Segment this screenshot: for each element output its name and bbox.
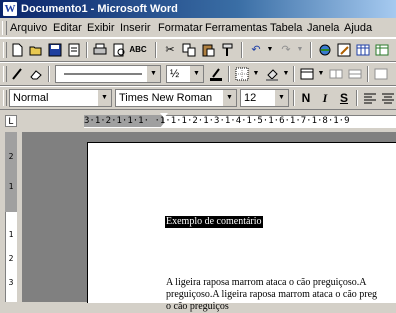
undo-dropdown-icon[interactable]: ▼ bbox=[262, 42, 278, 58]
new-document-icon[interactable] bbox=[9, 42, 25, 58]
line-style-combo[interactable]: ▼ bbox=[55, 65, 161, 83]
vertical-ruler[interactable]: 2 1 1 2 3 bbox=[0, 132, 22, 302]
print-preview-icon[interactable] bbox=[111, 42, 127, 58]
toolbar-separator bbox=[293, 66, 295, 82]
toolbar-separator bbox=[293, 90, 295, 106]
pen-icon[interactable] bbox=[9, 66, 25, 82]
ruler-number: 1 bbox=[8, 230, 14, 239]
tab-selector[interactable]: L bbox=[0, 110, 22, 132]
paste-icon[interactable] bbox=[200, 42, 216, 58]
ruler-number: 1 bbox=[8, 182, 14, 191]
menu-ferramentas[interactable]: Ferramentas bbox=[205, 21, 267, 35]
toolbar-separator bbox=[48, 66, 50, 82]
menu-tabela[interactable]: Tabela bbox=[270, 21, 302, 35]
toolbar-separator bbox=[86, 42, 88, 58]
chevron-down-icon[interactable]: ▼ bbox=[222, 90, 236, 106]
chevron-down-icon[interactable]: ▼ bbox=[313, 66, 329, 82]
standard-toolbar: ABC ✂ ↶ ▼ ↷ ▼ bbox=[0, 38, 396, 62]
chevron-down-icon[interactable]: ▼ bbox=[97, 90, 111, 106]
font-size-select[interactable]: 12 ▼ bbox=[240, 89, 289, 107]
toolbar-separator bbox=[155, 42, 157, 58]
toolbar-grip[interactable] bbox=[3, 90, 7, 106]
paragraph-line: preguiçoso.A ligeira raposa marrom ataca… bbox=[166, 289, 378, 300]
toolbar-separator bbox=[310, 42, 312, 58]
tables-borders-toolbar: ▼ ½ ▼ ▼ ▼ ▼ bbox=[0, 62, 396, 86]
align-center-icon[interactable] bbox=[380, 90, 396, 106]
underline-button[interactable]: S bbox=[336, 90, 352, 106]
line-color-icon[interactable] bbox=[208, 66, 224, 82]
format-painter-icon[interactable] bbox=[219, 42, 235, 58]
chevron-down-icon[interactable]: ▼ bbox=[146, 66, 160, 82]
chevron-down-icon[interactable]: ▼ bbox=[248, 66, 264, 82]
redo-dropdown-icon[interactable]: ▼ bbox=[292, 42, 308, 58]
insert-excel-icon[interactable] bbox=[374, 42, 390, 58]
insert-table-icon[interactable] bbox=[355, 42, 371, 58]
document-workspace: Exemplo de comentário A ligeira raposa m… bbox=[22, 132, 396, 312]
font-size-value: 12 bbox=[244, 92, 257, 104]
body-paragraph[interactable]: A ligeira raposa marrom ataca o cão preg… bbox=[166, 277, 396, 313]
menu-grip[interactable] bbox=[2, 21, 7, 35]
horizontal-ruler[interactable]: 3·1·2·1·1·1· ·1·1·1·2·1·3·1·4·1·5·1·6·1·… bbox=[22, 110, 396, 132]
chevron-down-icon[interactable]: ▼ bbox=[278, 66, 294, 82]
eraser-icon[interactable] bbox=[28, 66, 44, 82]
style-value: Normal bbox=[13, 92, 49, 104]
print-icon[interactable] bbox=[92, 42, 108, 58]
toolbar-separator bbox=[356, 90, 358, 106]
hyperlink-icon[interactable] bbox=[317, 42, 333, 58]
merge-cells-icon[interactable] bbox=[328, 66, 344, 82]
cut-icon[interactable]: ✂ bbox=[162, 42, 178, 58]
font-value: Times New Roman bbox=[119, 92, 213, 104]
chevron-down-icon[interactable]: ▼ bbox=[274, 90, 288, 106]
align-left-icon[interactable] bbox=[362, 90, 378, 106]
split-cells-icon[interactable] bbox=[347, 66, 363, 82]
copy-icon[interactable] bbox=[181, 42, 197, 58]
menu-editar[interactable]: Editar bbox=[53, 21, 82, 35]
ruler-number: 2 bbox=[8, 254, 14, 263]
menu-janela[interactable]: Janela bbox=[307, 21, 339, 35]
save-icon[interactable] bbox=[47, 42, 63, 58]
toolbar-separator bbox=[367, 66, 369, 82]
chevron-down-icon[interactable]: ▼ bbox=[189, 66, 203, 82]
spelling-icon[interactable]: ABC bbox=[129, 42, 146, 58]
toolbar-grip[interactable] bbox=[3, 66, 7, 82]
paragraph-line: A ligeira raposa marrom ataca o cão preg… bbox=[166, 277, 367, 288]
menu-arquivo[interactable]: Arquivo bbox=[10, 21, 47, 35]
align-icon[interactable] bbox=[373, 66, 389, 82]
open-folder-icon[interactable] bbox=[28, 42, 44, 58]
paragraph-line: o cão preguiços bbox=[166, 301, 229, 312]
ruler-margin bbox=[5, 132, 17, 212]
line-weight-combo[interactable]: ½ ▼ bbox=[166, 65, 204, 83]
bold-button[interactable]: N bbox=[298, 90, 314, 106]
menu-inserir[interactable]: Inserir bbox=[120, 21, 151, 35]
email-icon[interactable] bbox=[66, 42, 82, 58]
first-line-indent-marker[interactable] bbox=[160, 113, 168, 118]
word-app-icon[interactable]: W bbox=[3, 2, 17, 16]
ruler-number: 2 bbox=[8, 152, 14, 161]
title-bar: W Documento1 - Microsoft Word bbox=[0, 0, 396, 18]
ruler-number: 3 bbox=[8, 278, 14, 287]
left-indent-marker[interactable] bbox=[160, 123, 168, 128]
tab-stop-icon: L bbox=[5, 115, 17, 127]
selected-comment-text[interactable]: Exemplo de comentário bbox=[165, 216, 263, 228]
toolbar-separator bbox=[228, 66, 230, 82]
ruler-scale: 3·1·2·1·1·1· ·1·1·1·2·1·3·1·4·1·5·1·6·1·… bbox=[84, 116, 350, 126]
menu-ajuda[interactable]: Ajuda bbox=[344, 21, 372, 35]
tables-borders-icon[interactable] bbox=[336, 42, 352, 58]
italic-button[interactable]: I bbox=[317, 90, 333, 106]
toolbar-grip[interactable] bbox=[3, 42, 7, 58]
menu-exibir[interactable]: Exibir bbox=[87, 21, 115, 35]
window-title: Documento1 - Microsoft Word bbox=[21, 3, 178, 15]
menu-bar: Arquivo Editar Exibir Inserir Formatar F… bbox=[0, 18, 396, 38]
style-select[interactable]: Normal ▼ bbox=[9, 89, 112, 107]
formatting-toolbar: Normal ▼ Times New Roman ▼ 12 ▼ N I S bbox=[0, 86, 396, 110]
line-weight-value: ½ bbox=[170, 68, 180, 80]
font-select[interactable]: Times New Roman ▼ bbox=[115, 89, 237, 107]
menu-formatar[interactable]: Formatar bbox=[158, 21, 203, 35]
toolbar-separator bbox=[241, 42, 243, 58]
document-page[interactable]: Exemplo de comentário A ligeira raposa m… bbox=[87, 142, 396, 312]
